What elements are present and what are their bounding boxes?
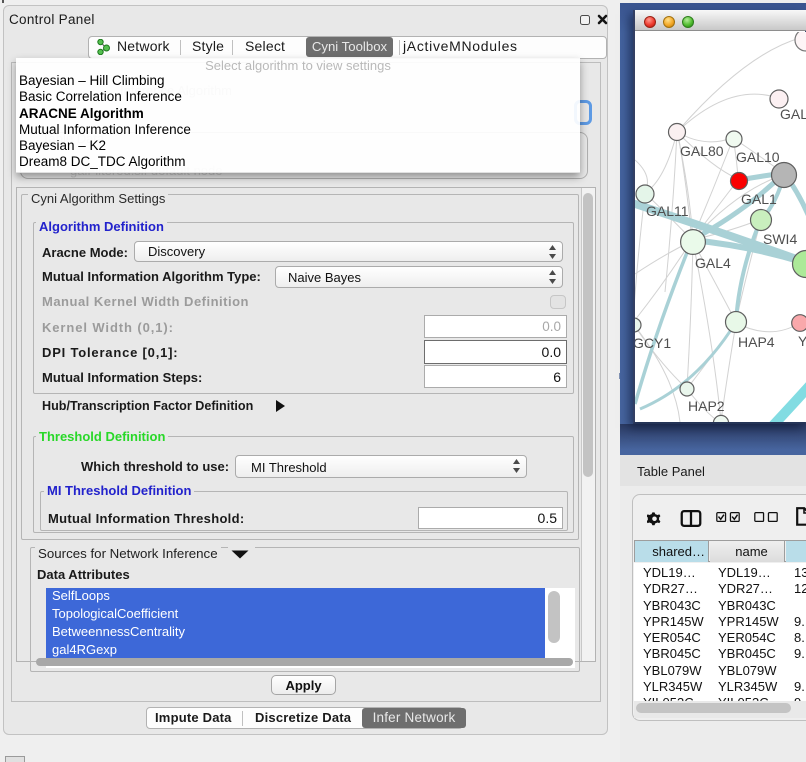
svg-text:GAL4: GAL4 bbox=[695, 255, 731, 271]
svg-text:GAL1: GAL1 bbox=[741, 191, 777, 207]
svg-text:HAP2: HAP2 bbox=[688, 398, 725, 414]
svg-text:GAL11: GAL11 bbox=[646, 203, 689, 219]
svg-text:SWI4: SWI4 bbox=[763, 231, 797, 247]
svg-text:GAL7: GAL7 bbox=[780, 106, 806, 122]
svg-text:Y: Y bbox=[798, 333, 806, 349]
svg-text:HAP4: HAP4 bbox=[738, 334, 775, 350]
svg-text:GCY1: GCY1 bbox=[635, 335, 671, 351]
svg-text:GAL80: GAL80 bbox=[680, 143, 724, 159]
svg-text:GAL10: GAL10 bbox=[736, 149, 780, 165]
